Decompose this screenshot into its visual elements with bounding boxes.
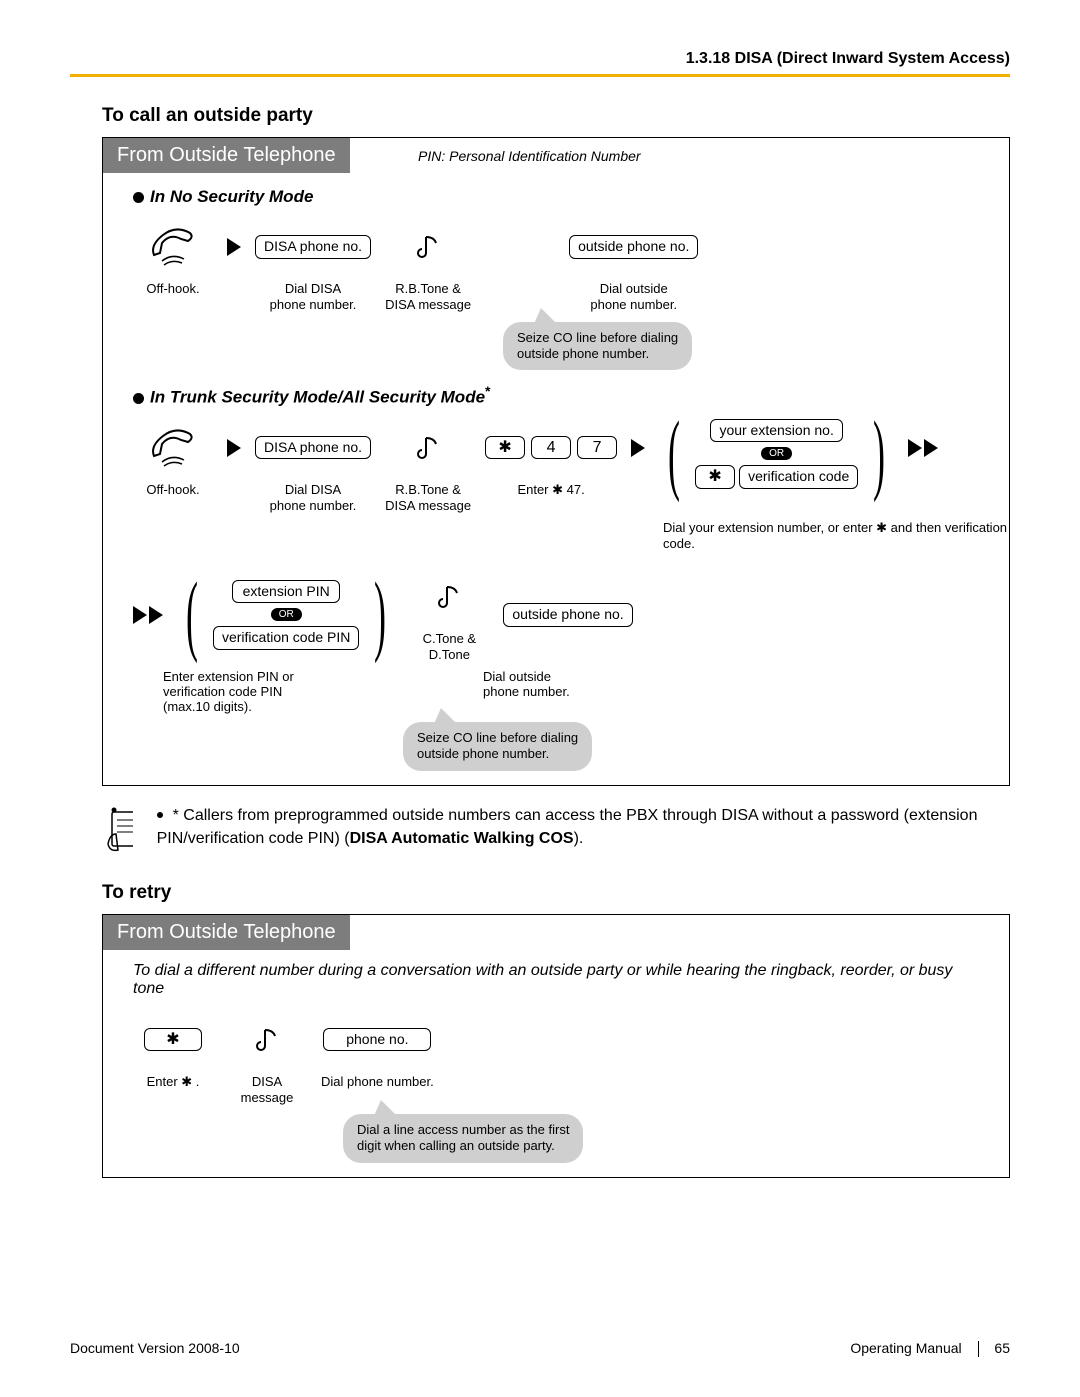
footer: Document Version 2008-10 Operating Manua… xyxy=(70,1340,1010,1357)
doc-version: Document Version 2008-10 xyxy=(70,1340,240,1356)
notepad-icon xyxy=(104,804,133,854)
caption-pin: Enter extension PIN or verification code… xyxy=(163,669,333,714)
left-paren-icon: ( xyxy=(668,418,680,490)
callout-wrap-1: Seize CO line before dialing outside pho… xyxy=(503,322,1009,371)
callout-wrap-2: Seize CO line before dialing outside pho… xyxy=(403,722,1009,771)
step-disa: DISA phone no. Dial DISA phone number. xyxy=(255,217,371,314)
asterisk: * xyxy=(485,384,491,400)
arrow-icon xyxy=(227,418,241,478)
mode1-label: In No Security Mode xyxy=(150,187,313,206)
retry-row: ✱ Enter ✱ . DISA message phone no. Dial … xyxy=(133,1010,979,1107)
music-note-icon xyxy=(414,434,442,462)
caption-disa: Dial DISA phone number. xyxy=(270,281,357,314)
callout: Seize CO line before dialing outside pho… xyxy=(503,322,692,371)
divider xyxy=(70,74,1010,77)
caption-dial: Dial phone number. xyxy=(321,1074,434,1090)
outside-box-2: outside phone no. xyxy=(503,603,632,626)
step-disa-msg: DISA message xyxy=(227,1010,307,1107)
ext-box: your extension no. xyxy=(710,419,842,442)
step-ctone: C.Tone & D.Tone xyxy=(409,567,489,664)
or-pill-2: OR xyxy=(271,608,302,621)
disa-box: DISA phone no. xyxy=(255,235,371,258)
double-arrow-icon xyxy=(133,585,163,645)
brace-group-pin: ( extension PIN OR verification code PIN… xyxy=(177,579,395,651)
key-star-retry: ✱ xyxy=(144,1028,202,1052)
ver-pin-box: verification code PIN xyxy=(213,626,359,649)
step-rbtone-2: R.B.Tone & DISA message xyxy=(385,418,471,515)
page: 1.3.18 DISA (Direct Inward System Access… xyxy=(0,0,1080,1397)
caption-rbtone: R.B.Tone & DISA message xyxy=(385,281,471,314)
panel-title-2: From Outside Telephone xyxy=(103,915,350,950)
music-note-icon xyxy=(253,1026,281,1054)
handset-icon xyxy=(148,225,198,269)
step-offhook: Off-hook. xyxy=(133,217,213,297)
key-4: 4 xyxy=(531,436,571,460)
bullet-icon xyxy=(133,393,144,404)
key-star-ver: ✱ xyxy=(695,465,735,489)
step-disa-2: DISA phone no. Dial DISA phone number. xyxy=(255,418,371,515)
right-paren-icon: ) xyxy=(873,418,885,490)
right-paren-icon: ) xyxy=(374,579,386,651)
heading-retry: To retry xyxy=(102,882,1010,904)
caption-rbtone-2: R.B.Tone & DISA message xyxy=(385,482,471,515)
brace-group-ext: ( your extension no. OR ✱ verification c… xyxy=(659,418,894,490)
handset-icon xyxy=(148,426,198,470)
note-row: * Callers from preprogrammed outside num… xyxy=(104,804,1010,854)
panel-from-outside-2: From Outside Telephone To dial a differe… xyxy=(102,914,1010,1178)
caption-outside-2: Dial outside phone number. xyxy=(483,669,570,714)
or-pill: OR xyxy=(761,447,792,460)
step-outside: outside phone no. Dial outside phone num… xyxy=(569,217,698,314)
double-arrow-icon xyxy=(908,418,938,478)
key-7: 7 xyxy=(577,436,617,460)
caption-ext: Dial your extension number, or enter ✱ a… xyxy=(663,520,1009,553)
step-star: ✱ Enter ✱ . xyxy=(133,1010,213,1090)
phone-box: phone no. xyxy=(323,1028,431,1051)
mode1-heading: In No Security Mode xyxy=(133,187,1009,207)
mode2-row2: ( extension PIN OR verification code PIN… xyxy=(133,567,979,664)
outside-box: outside phone no. xyxy=(569,235,698,258)
music-note-icon xyxy=(435,583,463,611)
retry-intro: To dial a different number during a conv… xyxy=(133,962,979,998)
pin-note: PIN: Personal Identification Number xyxy=(418,148,641,164)
callout: Seize CO line before dialing outside pho… xyxy=(403,722,592,771)
bullet-icon xyxy=(133,192,144,203)
caption-enter47: Enter ✱ 47. xyxy=(517,482,584,498)
key-star: ✱ xyxy=(485,436,525,460)
callout: Dial a line access number as the first d… xyxy=(343,1114,583,1163)
disa-box-2: DISA phone no. xyxy=(255,436,371,459)
page-number: 65 xyxy=(994,1340,1010,1356)
heading-call-outside: To call an outside party xyxy=(102,105,1010,127)
caption-outside: Dial outside phone number. xyxy=(590,281,677,314)
caption-enter-star: Enter ✱ . xyxy=(147,1074,200,1090)
mode2-label: In Trunk Security Mode/All Security Mode xyxy=(150,388,485,407)
separator xyxy=(978,1341,979,1357)
panel-from-outside-1: From Outside Telephone PIN: Personal Ide… xyxy=(102,137,1010,786)
music-note-icon xyxy=(414,233,442,261)
step-phone-no: phone no. Dial phone number. xyxy=(321,1010,434,1090)
bullet-icon xyxy=(157,812,163,818)
mode1-row: Off-hook. DISA phone no. Dial DISA phone… xyxy=(133,217,979,314)
mode2-row1: Off-hook. DISA phone no. Dial DISA phone… xyxy=(133,418,979,515)
step-offhook-2: Off-hook. xyxy=(133,418,213,498)
step-enter47: ✱ 4 7 Enter ✱ 47. xyxy=(485,418,617,498)
step-rbtone: R.B.Tone & DISA message xyxy=(385,217,471,314)
arrow-icon xyxy=(227,217,241,277)
note-text: * Callers from preprogrammed outside num… xyxy=(157,804,1010,850)
step-outside-2: outside phone no. xyxy=(503,585,632,645)
left-paren-icon: ( xyxy=(186,579,198,651)
arrow-icon xyxy=(631,418,645,478)
callout-wrap-3: Dial a line access number as the first d… xyxy=(343,1114,1009,1163)
caption-offhook-2: Off-hook. xyxy=(146,482,199,498)
verification-box: verification code xyxy=(739,465,858,488)
caption-disa-msg: DISA message xyxy=(241,1074,294,1107)
caption-offhook: Off-hook. xyxy=(146,281,199,297)
section-header: 1.3.18 DISA (Direct Inward System Access… xyxy=(70,50,1010,68)
footer-right: Operating Manual 65 xyxy=(850,1340,1010,1357)
ext-pin-box: extension PIN xyxy=(232,580,340,603)
caption-ctone: C.Tone & D.Tone xyxy=(423,631,476,664)
caption-disa-2: Dial DISA phone number. xyxy=(270,482,357,515)
panel-title: From Outside Telephone xyxy=(103,138,350,173)
